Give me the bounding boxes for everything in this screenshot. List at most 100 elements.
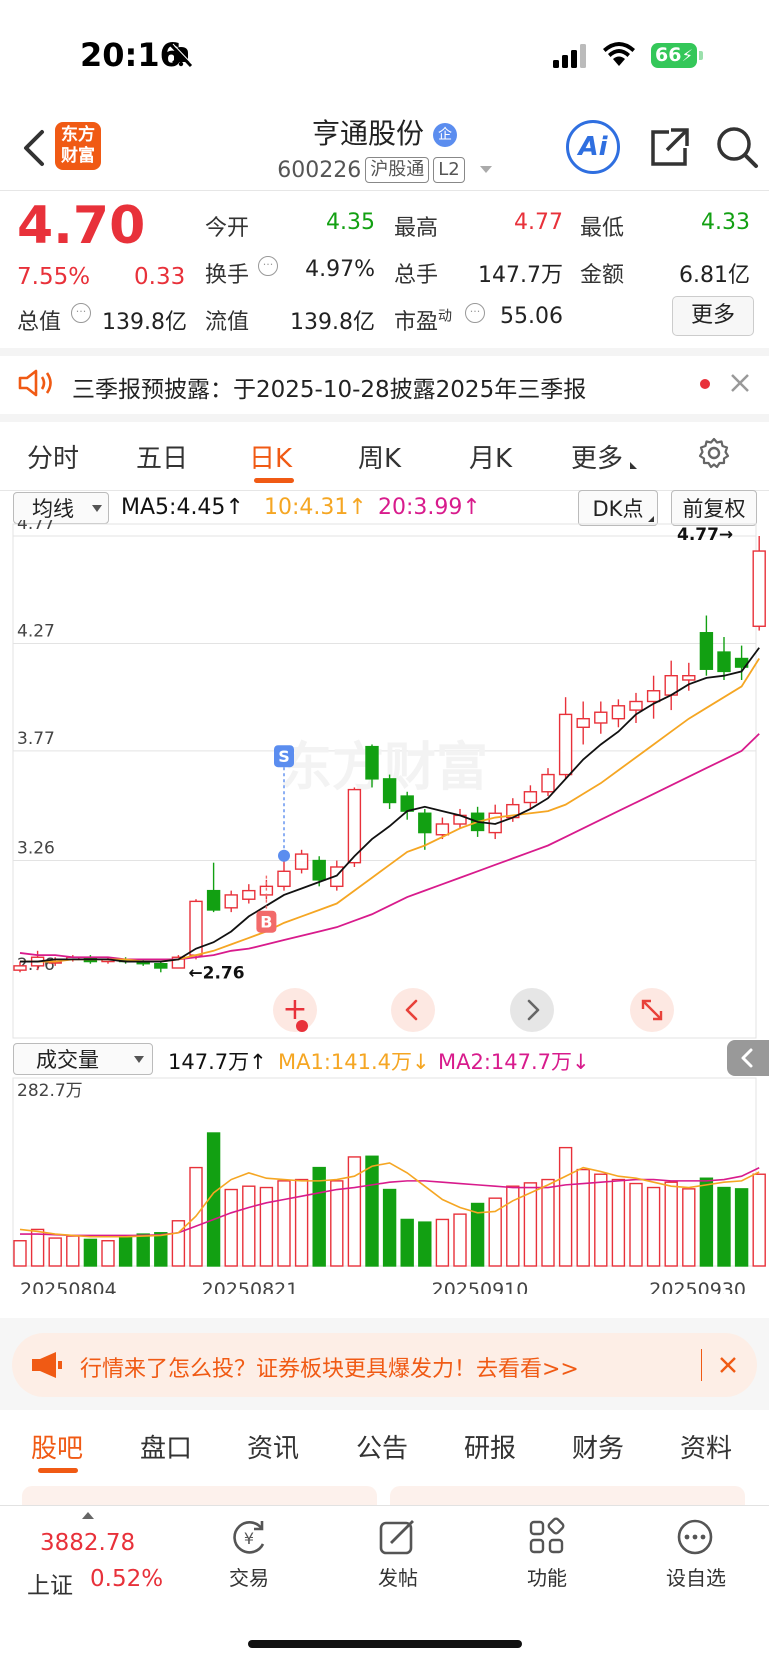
ma20-value: 20:3.99: [378, 495, 463, 520]
volume-bar: [13, 1240, 27, 1267]
close-icon[interactable]: [729, 372, 751, 398]
volume-bar: [365, 1155, 379, 1267]
subtab-profile[interactable]: 资料: [680, 1428, 732, 1465]
candlestick-chart[interactable]: 东方财富4.774.273.773.262.764.77→←2.76SB: [0, 520, 769, 1040]
volume-bar: [717, 1186, 731, 1267]
candle-body: [594, 711, 608, 724]
ma20-legend: 20:3.99↑: [378, 495, 481, 520]
volume-bar: [136, 1233, 150, 1267]
volume-bar: [330, 1180, 344, 1267]
nav-trade[interactable]: 交易: [199, 1562, 299, 1591]
volume-bar: [48, 1237, 62, 1267]
tab-intraday[interactable]: 分时: [27, 438, 79, 475]
search-icon[interactable]: [714, 124, 760, 174]
enterprise-badge-icon: 企: [432, 123, 457, 147]
volume-bar: [646, 1186, 661, 1267]
promo-close-icon[interactable]: [718, 1355, 738, 1379]
candle-body: [523, 791, 538, 804]
active-subtab-indicator: [38, 1468, 78, 1473]
candle-body: [382, 778, 397, 804]
subtab-finance[interactable]: 财务: [572, 1428, 624, 1465]
volume-chart[interactable]: 282.7万 20250804 20250821 20250910 20250930: [0, 1074, 769, 1294]
more-button[interactable]: 更多: [672, 296, 754, 336]
price-axis-label: 4.27: [17, 621, 55, 641]
candle-body: [206, 889, 221, 911]
stock-name-text: 亨通股份: [312, 117, 425, 150]
pe-label-text: 市盈: [394, 310, 439, 335]
volume-bar: [594, 1173, 608, 1267]
volume-bar: [558, 1146, 573, 1267]
subtab-forum[interactable]: 股吧: [31, 1428, 83, 1465]
settings-gear-icon[interactable]: [697, 436, 731, 474]
price-axis-label: 3.77: [17, 729, 55, 749]
volume-bar: [66, 1235, 80, 1267]
hk-connect-tag: 沪股通: [365, 157, 430, 183]
nav-add-watchlist[interactable]: 设自选: [646, 1562, 746, 1591]
candle-body: [400, 795, 414, 812]
l2-tag: L2: [433, 157, 465, 183]
volume-bar: [629, 1182, 643, 1267]
amount-value: 6.81亿: [679, 263, 750, 288]
nav-post[interactable]: 发帖: [348, 1562, 448, 1591]
tab-five-day[interactable]: 五日: [136, 438, 188, 475]
info-icon[interactable]: ···: [71, 303, 91, 323]
volume-max-label: 282.7万: [17, 1081, 83, 1101]
volume-bar: [611, 1178, 626, 1267]
volume-indicator-select[interactable]: 成交量: [13, 1043, 153, 1075]
share-icon[interactable]: [647, 126, 691, 174]
candle-body: [224, 894, 238, 909]
subtab-order-book[interactable]: 盘口: [140, 1428, 192, 1465]
low-marker-label: ←2.76: [188, 963, 244, 983]
pe-value: 55.06: [500, 304, 563, 329]
nav-functions[interactable]: 功能: [497, 1562, 597, 1591]
fullscreen-expand-icon[interactable]: [630, 988, 674, 1032]
candle-body: [752, 550, 766, 627]
content-peek: [390, 1486, 745, 1506]
add-button[interactable]: +: [273, 988, 317, 1032]
low-label: 最低: [580, 216, 625, 241]
promo-text: 行情来了怎么投？证券板块更具爆发力！去看看>>: [80, 1357, 579, 1382]
tab-daily-k[interactable]: 日K: [249, 438, 292, 475]
compose-post-icon[interactable]: [377, 1517, 419, 1561]
trade-icon[interactable]: ¥: [228, 1517, 270, 1561]
volume-value: 147.7万: [478, 263, 563, 288]
next-button[interactable]: [510, 988, 554, 1032]
tab-monthly-k[interactable]: 月K: [469, 438, 512, 475]
active-tab-indicator: [254, 478, 294, 483]
subtab-news[interactable]: 资讯: [247, 1428, 299, 1465]
notice-text[interactable]: 三季报预披露：于2025-10-28披露2025年三季报: [72, 370, 586, 404]
dk-label: DK点: [592, 497, 644, 521]
tab-weekly-k[interactable]: 周K: [358, 438, 401, 475]
candle-body: [435, 823, 450, 836]
candle-body: [682, 675, 696, 681]
dropdown-caret-icon: [479, 166, 492, 173]
tab-more[interactable]: 更多: [571, 438, 638, 475]
volume-bar: [418, 1221, 432, 1267]
price-axis-label: 4.77: [17, 520, 55, 534]
info-icon[interactable]: ···: [258, 256, 278, 276]
battery-level: 66: [655, 44, 682, 66]
pe-sup: 动: [438, 308, 453, 325]
apps-grid-icon[interactable]: [526, 1517, 568, 1561]
info-icon[interactable]: ···: [465, 303, 485, 323]
header-divider: [0, 190, 769, 191]
ai-button[interactable]: Ai: [566, 120, 620, 174]
collapse-panel-button[interactable]: [727, 1040, 769, 1076]
promo-divider: [701, 1349, 702, 1381]
section-gap: [0, 414, 769, 422]
prev-button[interactable]: [391, 988, 435, 1032]
promo-banner[interactable]: 行情来了怎么投？证券板块更具爆发力！去看看>>: [12, 1333, 757, 1397]
candle-body: [558, 713, 573, 776]
high-value: 4.77: [514, 210, 563, 235]
candle-body: [418, 812, 432, 834]
watchlist-icon[interactable]: [675, 1517, 717, 1561]
svg-text:¥: ¥: [244, 1529, 254, 1548]
subtab-announcements[interactable]: 公告: [356, 1428, 408, 1465]
volume-bar: [734, 1188, 749, 1267]
total-value: 139.8亿: [102, 310, 187, 335]
index-name: 上证: [27, 1573, 73, 1599]
total-value-label: 总值: [17, 310, 62, 335]
candle-body: [611, 705, 626, 720]
index-value[interactable]: 3882.78: [40, 1530, 135, 1556]
subtab-research[interactable]: 研报: [464, 1428, 516, 1465]
